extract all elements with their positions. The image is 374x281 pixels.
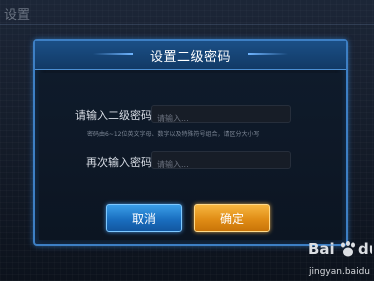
baidu-watermark: Bai du jingyan.baidu — [308, 227, 372, 279]
dialog-header: 设置二级密码 — [35, 41, 346, 70]
watermark-url: jingyan.baidu — [309, 267, 370, 277]
confirm-password-input[interactable] — [152, 156, 290, 173]
background-divider — [0, 24, 374, 25]
password-label: 请输入二级密码 — [75, 109, 152, 122]
header-decoration-right — [248, 53, 288, 55]
svg-text:du: du — [358, 240, 372, 258]
password-hint: 密码由6~12位英文字母、数字以及特殊符号组合，请区分大小写 — [87, 131, 260, 138]
svg-text:Bai: Bai — [308, 240, 335, 258]
dialog-title: 设置二级密码 — [149, 50, 231, 65]
confirm-password-label: 再次输入密码 — [86, 156, 152, 169]
password-field[interactable] — [151, 105, 291, 127]
baidu-logo: Bai du — [308, 240, 372, 258]
cancel-button-label: 取消 — [131, 211, 156, 226]
confirm-button[interactable]: 确定 — [194, 204, 270, 232]
cancel-button[interactable]: 取消 — [106, 204, 182, 232]
confirm-password-field[interactable] — [151, 151, 291, 173]
background-title: 设置 — [4, 8, 31, 23]
set-secondary-password-dialog: 设置二级密码 — [33, 39, 348, 246]
password-input[interactable] — [152, 110, 290, 127]
confirm-button-label: 确定 — [219, 211, 244, 226]
